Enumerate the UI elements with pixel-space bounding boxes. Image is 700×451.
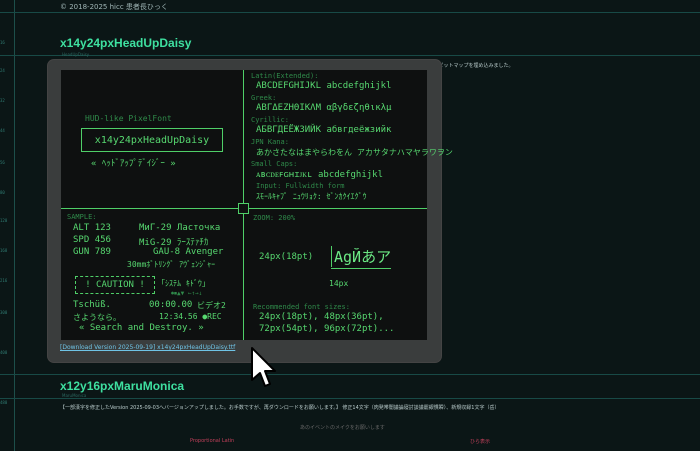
ruler-tick: 56 [0,160,5,165]
smallcaps-sample: ᴀʙᴄᴅᴇꜰɢʜɪᴊᴋʟ abcdefghijkl [256,170,384,180]
ruler-tick: 168 [0,248,8,253]
ruler-tick: 300 [0,310,8,315]
zoom-sample: AgЙあア [331,246,391,267]
width-label: 14px [329,279,349,288]
gun-name: GAU-8 Avenger [153,247,224,257]
recommended-sizes-2: 72px(54pt), 96px(72pt)... [259,324,395,334]
cyrillic-sample: АБВГДЕЁЖЗИЙК абвгдеёжзийк [256,125,392,135]
tagline: HUD-like PixelFont [85,114,172,123]
video-label: ビデオ2 [197,301,226,310]
cyrillic-label: Cyrillic: [251,116,289,124]
divider [0,12,700,13]
ruler-tick: 80 [0,190,5,195]
hud-key: ALT [73,223,90,233]
kana-label: JPN Kana: [251,138,289,146]
smallcaps-label: Small Caps: [251,160,298,168]
hud-key: GUN [73,247,90,257]
hud-row-spd: SPD 456 [73,235,111,245]
mouse-pointer-icon [251,347,276,387]
hud-value: 456 [94,235,111,245]
system-label: 「ｼｽﾃﾑ ｷﾄﾞｳ」 [157,279,210,288]
sayonara-text: さようなら。 [73,313,121,322]
greek-sample: ΑΒΓΔΕΖΗΘΙΚΛΜ αβγδεζηθικλμ [256,103,392,113]
width-guide [331,268,391,269]
crosshair-center [238,203,249,214]
search-destroy-text: « Search and Destroy. » [79,323,204,333]
divider [0,55,700,56]
font-name-box: x14y24pxHeadUpDaisy [81,128,223,152]
ruler-tick: 400 [0,350,8,355]
fullwidth-label: Input: Fullwidth form [256,182,345,190]
latin-sample: ABCDEFGHIJKL abcdefghijkl [256,81,392,91]
ruler-tick: 16 [0,40,5,45]
hud-row-gun: GUN 789 [73,247,111,257]
proportional-latin-label: Proportional Latin [190,438,235,444]
ruler-tick: 32 [0,98,5,103]
latin-label: Latin(Extended): [251,72,319,80]
hud-value: 123 [94,223,111,233]
hud-value: 789 [94,247,111,257]
download-link[interactable]: [Download Version 2025-09-19] x14y24pxHe… [60,344,235,351]
symbol-row: ⏺⏹▲▼ ←↑→↓ [171,290,203,297]
section-subtitle: MaruMonica [62,393,87,398]
sample-label: SAMPLE: [67,213,97,221]
font-kana-name: « ﾍｯﾄﾞｱｯﾌﾟﾃﾞｲｼﾞｰ » [91,159,176,169]
recommended-label: Recommended font sizes: [253,303,350,311]
zoom-label: ZOOM: 200% [253,214,296,222]
greek-label: Greek: [251,94,277,102]
hud-row-alt: ALT 123 [73,223,111,233]
caution-box: ! CAUTION ! [75,276,155,294]
fullwidth-sample: ｽﾓｰﾙｷｬﾌﾟ ﾆｭｳﾘｮｸ: ｾﾞﾝｶｸｲｴｸﾞｳ [256,192,367,201]
section-title-headupdaisy[interactable]: x14y24pxHeadUpDaisy [60,36,191,50]
aircraft-name: МиГ-29 Ласточка [139,223,221,233]
hud-key: SPD [73,235,90,245]
hira-display-label: ひら表示 [470,439,491,445]
divider [0,374,700,375]
font-preview-panel: HUD-like PixelFont x14y24pxHeadUpDaisy «… [61,70,453,340]
ruler-tick: 44 [0,128,5,133]
caution-text: ! CAUTION ! [85,280,145,290]
ammo-line: 30mmﾎﾞﾄﾘﾝｸﾞ ｱｳﾞｪﾝｼﾞｬｰ [127,260,216,269]
rec-timer: 12:34.56 ●REC [159,312,222,321]
copyright-credit: © 2018-2025 hicc 患者長ひっく [60,3,168,11]
kana-sample: あかさたなはまやらわをん アカサタナハマヤラワヲン [256,148,453,157]
divider [0,398,700,399]
ruler-tick: 24 [0,68,5,73]
ruler-tick: 120 [0,218,8,223]
ruler-tick: 480 [0,400,8,405]
font-name: x14y24pxHeadUpDaisy [94,134,210,146]
section-subtitle: HeadUpDaisy [62,52,90,57]
size-label: 24px(18pt) [259,252,314,262]
farewell-text: Tschüß. [73,300,111,310]
section-description: 【一部漢字を修正したVersion 2025-09-03へバージョンアップしまし… [60,405,500,411]
lower-sample-text: あのイベントのメイクをお願いします [300,425,385,431]
page-ruler: 16 24 32 44 56 80 120 168 216 300 400 48… [0,0,15,451]
section-title-marumonica[interactable]: x12y16pxMaruMonica [60,379,184,393]
ruler-tick: 216 [0,278,8,283]
recommended-sizes-1: 24px(18pt), 48px(36pt), [259,312,384,322]
timer: 00:00.00 [149,300,193,310]
